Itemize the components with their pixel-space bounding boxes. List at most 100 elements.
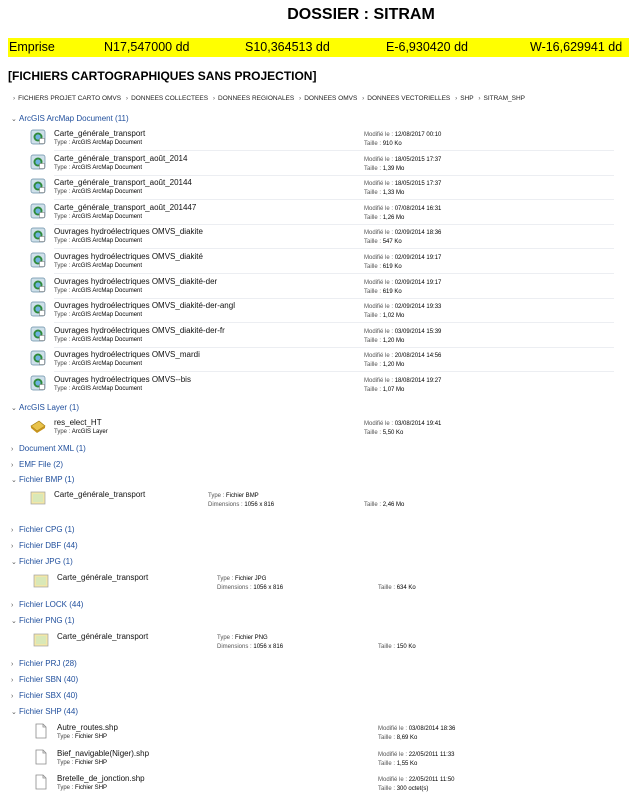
chevron-down-icon: ⌄ (11, 405, 17, 412)
emprise-bar: Emprise N17,547000 dd S10,364513 dd E-6,… (8, 38, 629, 57)
breadcrumb-item[interactable]: SHP (460, 95, 473, 102)
file-type: Type : ArcGIS ArcMap Document (54, 386, 143, 392)
file-size: Taille : 1,26 Mo (364, 214, 405, 221)
chevron-right-icon: › (11, 543, 14, 550)
image-file-icon (33, 633, 49, 647)
file-name: Carte_générale_transport_août_201447 (54, 202, 197, 212)
file-type: Type : ArcGIS ArcMap Document (54, 140, 143, 146)
group-header-sbx[interactable]: › Fichier SBX (40) (11, 691, 78, 700)
chevron-right-icon: › (11, 462, 14, 469)
group-header-emf[interactable]: › EMF File (2) (11, 460, 63, 469)
file-name: Bretelle_de_jonction.shp (57, 774, 145, 783)
group-header-bmp[interactable]: ⌄ Fichier BMP (1) (11, 475, 74, 484)
group-header-jpg[interactable]: ⌄ Fichier JPG (1) (11, 557, 73, 566)
file-modified: Modifié le : 03/09/2014 15:39 (364, 328, 442, 335)
file-name: Carte_générale_transport (54, 129, 146, 138)
file-name: Carte_générale_transport (57, 632, 149, 641)
image-file-icon (33, 574, 49, 588)
row-divider (54, 248, 614, 250)
file-type: Type : ArcGIS ArcMap Document (54, 164, 143, 171)
group-header-shp[interactable]: ⌄ Fichier SHP (44) (11, 707, 78, 716)
arcmap-document-icon (30, 178, 46, 194)
row-divider (54, 297, 614, 299)
file-modified: Modifié le : 22/05/2011 11:50 (378, 777, 455, 783)
image-file-icon (30, 491, 46, 505)
chevron-right-icon: › (13, 95, 16, 102)
arcmap-document-icon (30, 326, 46, 342)
row-divider (54, 371, 614, 373)
file-type: Type : Fichier SHP (57, 785, 108, 791)
file-size: Taille : 2,46 Mo (364, 502, 405, 508)
row-divider (54, 273, 614, 274)
breadcrumb-item[interactable]: DONNEES REGIONALES (218, 95, 294, 102)
shp-file-icon (35, 749, 47, 764)
file-size: Taille : 1,20 Mo (364, 337, 405, 344)
file-type: Type : ArcGIS ArcMap Document (54, 189, 143, 196)
file-size: Taille : 634 Ko (378, 585, 416, 591)
group-header-cpg[interactable]: › Fichier CPG (1) (11, 525, 75, 534)
page-title: DOSSIER : SITRAM (287, 6, 435, 23)
file-size: Taille : 5,50 Ko (364, 430, 404, 436)
chevron-right-icon: › (11, 661, 14, 668)
file-modified: Modifié le : 07/08/2014 16:31 (364, 205, 442, 212)
file-type: Type : ArcGIS ArcMap Document (54, 238, 143, 245)
file-size: Taille : 1,39 Mo (364, 165, 405, 172)
section-subtitle: [FICHIERS CARTOGRAPHIQUES SANS PROJECTIO… (8, 69, 317, 83)
file-size: Taille : 150 Ko (378, 644, 416, 650)
file-dimensions: Dimensions : 1056 x 816 (217, 644, 284, 650)
group-header-layer[interactable]: ⌄ ArcGIS Layer (1) (11, 403, 79, 412)
chevron-right-icon: › (125, 95, 129, 102)
layer-file-icon (30, 420, 46, 433)
file-size: Taille : 300 octet(s) (378, 786, 429, 792)
group-header-arcmap[interactable]: ⌄ ArcGIS ArcMap Document (11) (11, 114, 129, 123)
file-modified: Modifié le : 03/08/2014 19:41 (364, 421, 442, 427)
group-header-sbn[interactable]: › Fichier SBN (40) (11, 675, 78, 684)
file-type: Type : Fichier JPG (217, 576, 267, 582)
breadcrumb-item[interactable]: DONNEES VECTORIELLES (367, 95, 450, 102)
chevron-right-icon: › (11, 602, 14, 609)
row-divider (54, 150, 614, 151)
chevron-down-icon: ⌄ (11, 709, 17, 716)
file-modified: Modifié le : 02/09/2014 18:36 (364, 230, 442, 237)
row-divider (54, 174, 614, 176)
chevron-right-icon: › (11, 677, 14, 684)
file-type: Type : ArcGIS ArcMap Document (54, 263, 143, 269)
group-header-png[interactable]: ⌄ Fichier PNG (1) (11, 616, 75, 625)
arcmap-document-icon (30, 351, 46, 366)
shp-file-icon (35, 774, 47, 790)
emprise-north: N17,547000 dd (104, 40, 190, 54)
emprise-label: Emprise (9, 40, 55, 54)
file-modified: Modifié le : 02/09/2014 19:17 (364, 279, 442, 286)
group-header-prj[interactable]: › Fichier PRJ (28) (11, 659, 77, 668)
chevron-right-icon: › (11, 446, 14, 453)
breadcrumb-item[interactable]: FICHIERS PROJET CARTO OMVS (18, 95, 121, 102)
file-name: Ouvrages hydroélectriques OMVS_diakite (54, 227, 203, 237)
file-name: Ouvrages hydroélectriques OMVS_diakité-d… (54, 325, 225, 335)
breadcrumb-item[interactable]: SITRAM_SHP (483, 95, 525, 102)
emprise-east: E-6,930420 dd (386, 40, 469, 54)
breadcrumb-item[interactable]: DONNEES OMVS (304, 95, 357, 102)
row-divider (54, 199, 614, 201)
chevron-down-icon: ⌄ (11, 477, 17, 484)
file-modified: Modifié le : 18/08/2014 19:27 (364, 378, 442, 384)
file-type: Type : Fichier SHP (57, 734, 108, 740)
arcmap-document-icon (30, 228, 46, 243)
emprise-west: W-16,629941 dd (530, 40, 623, 54)
chevron-down-icon: ⌄ (11, 618, 17, 625)
chevron-right-icon: › (362, 95, 365, 102)
arcmap-document-icon (30, 277, 46, 292)
group-header-lock[interactable]: › Fichier LOCK (44) (11, 600, 83, 609)
chevron-right-icon: › (478, 95, 481, 102)
file-type: Type : ArcGIS ArcMap Document (54, 287, 143, 294)
chevron-right-icon: › (212, 95, 216, 102)
file-size: Taille : 1,02 Mo (364, 313, 405, 320)
file-dimensions: Dimensions : 1056 x 816 (208, 502, 275, 508)
file-size: Taille : 1,33 Mo (364, 190, 405, 197)
breadcrumb-item[interactable]: DONNEES COLLECTEES (131, 95, 208, 102)
file-name: Carte_générale_transport (54, 490, 146, 499)
group-header-xml[interactable]: › Document XML (1) (11, 444, 86, 453)
file-type: Type : Fichier BMP (208, 493, 259, 499)
group-header-dbf[interactable]: › Fichier DBF (44) (11, 541, 78, 550)
file-modified: Modifié le : 02/09/2014 19:17 (364, 255, 442, 261)
file-name: Ouvrages hydroélectriques OMVS_diakité (54, 252, 203, 261)
